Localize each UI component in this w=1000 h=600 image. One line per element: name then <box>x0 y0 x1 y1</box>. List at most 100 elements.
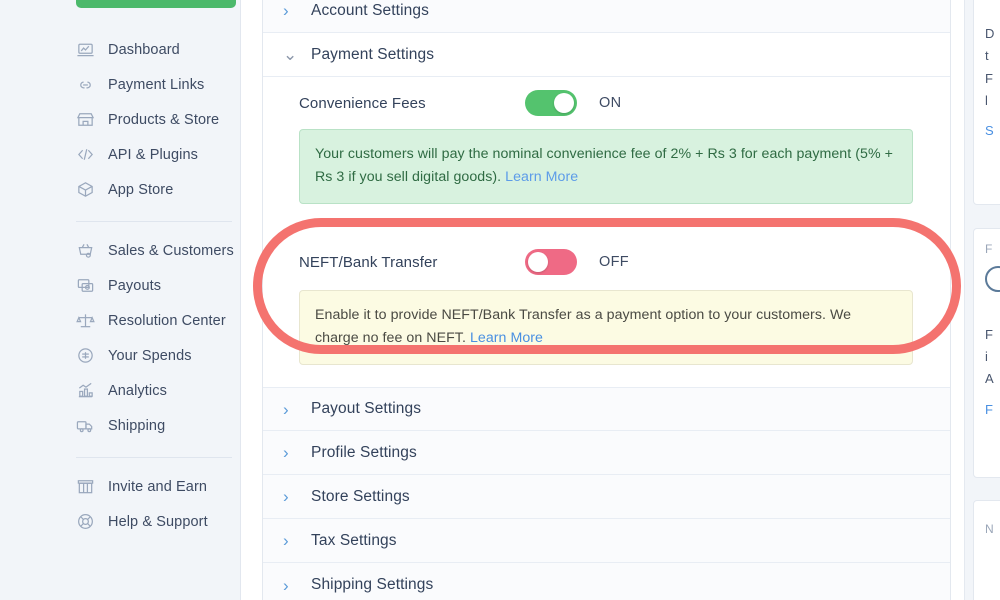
neft-toggle[interactable] <box>525 249 577 275</box>
main-content: › Account Settings ⌄ Payment Settings Co… <box>241 0 1000 600</box>
sidebar-group-primary: Dashboard Payment Links Products & Store… <box>0 0 240 207</box>
sidebar-item-sales-customers[interactable]: Sales & Customers <box>76 233 240 268</box>
right-panel-card-3: N <box>973 500 1000 600</box>
accordion-title: Account Settings <box>311 1 429 19</box>
sidebar-item-api-plugins[interactable]: API & Plugins <box>76 137 240 172</box>
right-panel-text: A <box>985 371 994 387</box>
payment-settings-body: Convenience Fees ON Your customers will … <box>263 77 950 365</box>
accordion-header-profile-settings[interactable]: › Profile Settings <box>263 431 950 475</box>
wallet-icon <box>76 346 95 365</box>
app-root: Dashboard Payment Links Products & Store… <box>0 0 1000 600</box>
store-icon <box>76 110 95 129</box>
chevron-right-icon: › <box>283 443 289 462</box>
sidebar-item-label: Your Spends <box>108 347 192 364</box>
sidebar-item-label: Invite and Earn <box>108 478 208 495</box>
right-panel-text: F <box>985 326 993 342</box>
settings-accordion-card: › Account Settings ⌄ Payment Settings Co… <box>262 0 951 600</box>
sidebar-item-invite-and-earn[interactable]: Invite and Earn <box>76 469 240 504</box>
right-panel-text: F <box>985 70 993 86</box>
sidebar-item-dashboard[interactable]: Dashboard <box>76 32 240 67</box>
toggle-knob <box>528 252 548 272</box>
sidebar-group-support: Invite and Earn Help & Support <box>0 469 240 539</box>
neft-label: NEFT/Bank Transfer <box>299 253 438 271</box>
learn-more-link[interactable]: Learn More <box>505 169 578 185</box>
neft-state: OFF <box>599 254 629 270</box>
right-panel-link[interactable]: S <box>985 120 1000 142</box>
right-panel-text: D <box>985 26 995 41</box>
sidebar-item-label: Help & Support <box>108 513 208 530</box>
sidebar-item-label: Payouts <box>108 277 162 294</box>
sidebar-item-shipping[interactable]: Shipping <box>76 408 240 443</box>
accordion-title: Payout Settings <box>311 400 422 417</box>
right-panel-card-1: D t F l S <box>973 0 1000 205</box>
right-panel-text: t <box>985 48 989 64</box>
sidebar-item-label: Analytics <box>108 382 167 399</box>
sidebar-item-label: Payment Links <box>108 76 205 93</box>
sidebar-item-label: Dashboard <box>108 41 180 58</box>
dashboard-icon <box>76 40 95 59</box>
sidebar-item-label: App Store <box>108 181 174 198</box>
sidebar-item-products-store[interactable]: Products & Store <box>76 102 240 137</box>
right-panel-link[interactable]: F <box>985 399 1000 421</box>
accordion-title: Tax Settings <box>311 531 397 549</box>
convenience-fees-toggle[interactable] <box>525 90 577 116</box>
chevron-right-icon: › <box>283 575 289 595</box>
sidebar-item-payment-links[interactable]: Payment Links <box>76 67 240 102</box>
right-panel-card-title: N <box>985 522 994 536</box>
accordion-header-shipping-settings[interactable]: › Shipping Settings <box>263 563 950 600</box>
right-panel-card-2: F F i A F <box>973 228 1000 478</box>
neft-block: NEFT/Bank Transfer OFF Enable it to prov… <box>263 228 950 365</box>
accordion-title: Payment Settings <box>311 45 435 63</box>
sidebar-divider-2 <box>76 457 232 458</box>
sidebar-item-label: Shipping <box>108 417 166 434</box>
box-icon <box>76 180 95 199</box>
sidebar-divider-1 <box>76 221 232 222</box>
sidebar-item-analytics[interactable]: Analytics <box>76 373 240 408</box>
right-panel-text: l <box>985 93 988 109</box>
accordion-header-store-settings[interactable]: › Store Settings <box>263 475 950 519</box>
notice-text: Your customers will pay the nominal conv… <box>315 146 893 185</box>
sidebar-item-resolution-center[interactable]: Resolution Center <box>76 303 240 338</box>
sidebar-item-label: API & Plugins <box>108 146 198 163</box>
accordion-header-payout-settings[interactable]: › Payout Settings <box>263 387 950 431</box>
accordion-header-tax-settings[interactable]: › Tax Settings <box>263 519 950 563</box>
sidebar-item-label: Resolution Center <box>108 312 226 329</box>
learn-more-link[interactable]: Learn More <box>470 330 543 346</box>
sidebar-item-payouts[interactable]: Payouts <box>76 268 240 303</box>
chevron-right-icon: › <box>283 1 289 20</box>
right-panel: D t F l S F F i A F N <box>964 0 1000 600</box>
sidebar-item-label: Products & Store <box>108 111 220 128</box>
right-panel-card-title: F <box>985 242 993 256</box>
accordion-title: Profile Settings <box>311 443 417 461</box>
chevron-right-icon: › <box>283 399 289 419</box>
scales-icon <box>76 311 95 330</box>
chevron-down-icon: ⌄ <box>283 45 298 64</box>
sidebar-item-your-spends[interactable]: Your Spends <box>76 338 240 373</box>
chevron-right-icon: › <box>283 531 289 550</box>
sidebar-group-business: Sales & Customers Payouts Resolution Cen… <box>0 233 240 443</box>
accordion-header-payment-settings[interactable]: ⌄ Payment Settings <box>263 33 950 77</box>
code-brackets-icon <box>76 145 95 164</box>
money-stack-icon <box>76 276 95 295</box>
link-chain-icon <box>76 75 95 94</box>
convenience-fees-label: Convenience Fees <box>299 94 426 112</box>
basket-icon <box>76 241 95 260</box>
chevron-right-icon: › <box>283 487 289 506</box>
sidebar-cta-button[interactable] <box>76 0 236 8</box>
accordion-title: Store Settings <box>311 487 410 505</box>
lifebuoy-icon <box>76 512 95 531</box>
accordion-header-account-settings[interactable]: › Account Settings <box>263 0 950 33</box>
avatar <box>985 265 1000 292</box>
accordion-title: Shipping Settings <box>311 576 434 593</box>
notice-text: Enable it to provide NEFT/Bank Transfer … <box>315 307 852 346</box>
sidebar-item-label: Sales & Customers <box>108 242 234 259</box>
sidebar-item-help-support[interactable]: Help & Support <box>76 504 240 539</box>
toggle-knob <box>554 93 574 113</box>
neft-row: NEFT/Bank Transfer OFF <box>263 234 950 290</box>
neft-notice: Enable it to provide NEFT/Bank Transfer … <box>299 290 913 365</box>
convenience-fees-state: ON <box>599 95 622 111</box>
sidebar: Dashboard Payment Links Products & Store… <box>0 0 241 600</box>
gift-icon <box>76 477 95 496</box>
convenience-fees-row: Convenience Fees ON <box>263 77 950 129</box>
sidebar-item-app-store[interactable]: App Store <box>76 172 240 207</box>
